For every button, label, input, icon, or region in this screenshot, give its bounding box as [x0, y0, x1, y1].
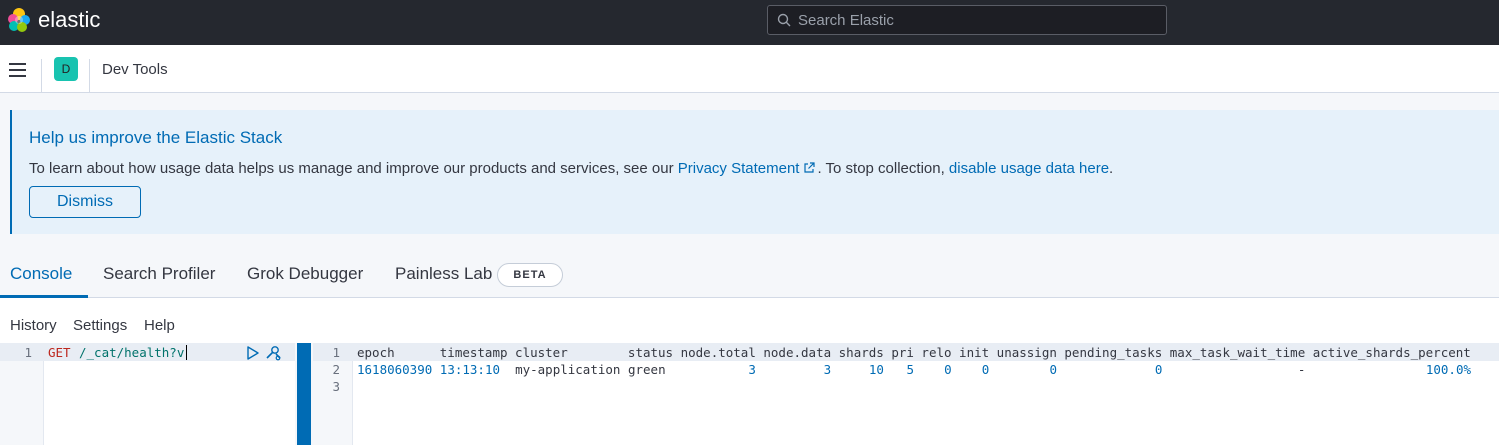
search-input[interactable]	[798, 6, 1158, 34]
menu-toggle-button[interactable]	[9, 63, 26, 77]
dismiss-button[interactable]: Dismiss	[29, 186, 141, 218]
send-request-icon[interactable]	[246, 345, 260, 361]
request-path[interactable]: /_cat/health?v	[79, 344, 184, 361]
response-line-number: 3	[332, 379, 340, 394]
beta-badge: BETA	[497, 263, 563, 287]
secondary-header: D Dev Tools	[0, 45, 1499, 93]
timestamp-value: 13:13:10	[439, 362, 501, 377]
privacy-statement-link[interactable]: Privacy Statement	[678, 160, 818, 177]
text-cursor	[186, 345, 187, 360]
response-line-number: 1	[332, 345, 340, 360]
node-total-value: 3	[748, 362, 756, 377]
wrench-icon[interactable]	[264, 345, 282, 361]
request-line-number: 1	[24, 345, 32, 360]
tab-grok-debugger[interactable]: Grok Debugger	[247, 264, 363, 284]
devtools-tabs: Console Search Profiler Grok Debugger Pa…	[0, 250, 1499, 298]
settings-menu-item[interactable]: Settings	[73, 317, 127, 335]
brand-name[interactable]: elastic	[38, 6, 100, 34]
active-tab-indicator	[0, 295, 88, 298]
response-data-row: 1618060390 13:13:10 my-application green…	[357, 361, 1471, 378]
request-method[interactable]: GET	[48, 344, 71, 361]
pri-value: 5	[906, 362, 915, 377]
editor-resizer-handle[interactable]	[297, 343, 311, 445]
tab-painless-lab[interactable]: Painless Lab	[395, 264, 492, 284]
callout-text-before: To learn about how usage data helps us m…	[29, 160, 678, 177]
elastic-logo-icon[interactable]	[6, 7, 32, 33]
relo-value: 0	[944, 362, 952, 377]
response-header-line: epoch timestamp cluster status node.tota…	[357, 345, 1471, 360]
telemetry-callout: Help us improve the Elastic Stack To lea…	[10, 110, 1499, 234]
history-menu-item[interactable]: History	[10, 317, 57, 335]
hamburger-icon	[9, 63, 26, 65]
unassign-value: 0	[1049, 362, 1058, 377]
tab-search-profiler[interactable]: Search Profiler	[103, 264, 215, 284]
shards-value: 10	[868, 362, 884, 377]
tab-console[interactable]: Console	[10, 264, 72, 284]
search-icon	[777, 13, 791, 27]
response-line-number: 2	[332, 362, 340, 377]
external-link-icon	[804, 162, 816, 173]
divider	[41, 59, 42, 93]
callout-text-middle: . To stop collection,	[817, 160, 949, 177]
top-header: elastic	[0, 0, 1499, 45]
node-data-value: 3	[823, 362, 832, 377]
callout-title: Help us improve the Elastic Stack	[29, 128, 283, 147]
active-shards-percent-value: 100.0%	[1425, 362, 1471, 377]
pending-tasks-value: 0	[1154, 362, 1163, 377]
init-value: 0	[981, 362, 990, 377]
status-value: green	[627, 362, 666, 377]
callout-text-after: .	[1109, 160, 1114, 177]
global-search[interactable]	[767, 5, 1167, 35]
callout-text: To learn about how usage data helps us m…	[29, 160, 1113, 178]
max-task-wait-time-value: -	[1297, 362, 1306, 377]
epoch-value: 1618060390	[357, 362, 433, 377]
divider	[89, 59, 90, 93]
help-menu-item[interactable]: Help	[144, 317, 175, 335]
cluster-value: my-application	[515, 362, 621, 377]
breadcrumb: Dev Tools	[102, 61, 168, 78]
disable-usage-data-link[interactable]: disable usage data here	[949, 160, 1109, 177]
space-avatar[interactable]: D	[54, 57, 78, 81]
